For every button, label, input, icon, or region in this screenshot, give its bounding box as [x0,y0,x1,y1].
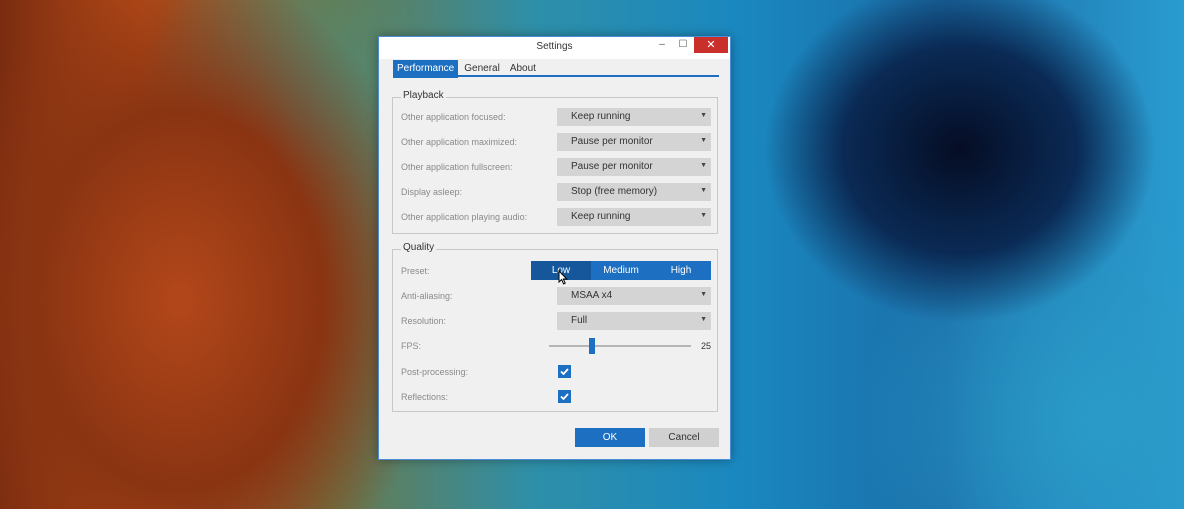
playback-title: Playback [401,90,446,101]
check-icon [560,368,569,376]
minimize-button[interactable]: – [655,37,669,53]
antialiasing-dropdown[interactable]: MSAA x4 ▼ [557,287,711,305]
chevron-down-icon: ▼ [700,162,707,169]
asleep-value: Stop (free memory) [571,186,658,197]
asleep-label: Display asleep: [401,187,463,197]
preset-high-option[interactable]: High [651,261,711,280]
chevron-down-icon: ▼ [700,291,707,298]
maximize-button[interactable]: ☐ [676,37,690,53]
fullscreen-dropdown[interactable]: Pause per monitor ▼ [557,158,711,176]
quality-group: Quality Preset: Low Medium High Anti-ali… [392,242,718,412]
fullscreen-label: Other application fullscreen: [401,162,513,172]
check-icon [560,393,569,401]
focused-label: Other application focused: [401,112,506,122]
focused-dropdown[interactable]: Keep running ▼ [557,108,711,126]
resolution-dropdown[interactable]: Full ▼ [557,312,711,330]
cancel-button[interactable]: Cancel [649,428,719,447]
maximized-value: Pause per monitor [571,136,653,147]
chevron-down-icon: ▼ [700,112,707,119]
tab-underline [393,75,719,77]
title-bar[interactable]: Settings – ☐ ✕ [379,37,730,59]
mouse-pointer-icon [558,270,568,285]
focused-value: Keep running [571,111,631,122]
preset-label: Preset: [401,266,430,276]
maximized-dropdown[interactable]: Pause per monitor ▼ [557,133,711,151]
audio-label: Other application playing audio: [401,212,528,222]
postprocessing-checkbox[interactable] [558,365,571,378]
reflections-label: Reflections: [401,392,449,402]
fps-slider-track[interactable] [549,345,691,347]
antialiasing-value: MSAA x4 [571,290,613,301]
tab-bar: Performance General About [393,58,542,78]
asleep-dropdown[interactable]: Stop (free memory) ▼ [557,183,711,201]
antialiasing-label: Anti-aliasing: [401,291,453,301]
close-button[interactable]: ✕ [694,37,728,53]
chevron-down-icon: ▼ [700,137,707,144]
audio-value: Keep running [571,211,631,222]
preset-medium-option[interactable]: Medium [591,261,651,280]
fullscreen-value: Pause per monitor [571,161,653,172]
audio-dropdown[interactable]: Keep running ▼ [557,208,711,226]
fps-label: FPS: [401,341,422,351]
playback-group: Playback Other application focused: Keep… [392,90,718,234]
settings-window: Settings – ☐ ✕ Performance General About P… [378,36,731,460]
postprocessing-label: Post-processing: [401,367,469,377]
fps-value: 25 [701,341,712,351]
resolution-value: Full [571,315,588,326]
chevron-down-icon: ▼ [700,187,707,194]
reflections-checkbox[interactable] [558,390,571,403]
chevron-down-icon: ▼ [700,316,707,323]
resolution-label: Resolution: [401,316,447,326]
quality-title: Quality [401,242,437,253]
ok-button[interactable]: OK [575,428,645,447]
chevron-down-icon: ▼ [700,212,707,219]
maximized-label: Other application maximized: [401,137,518,147]
fps-slider-thumb[interactable] [588,338,595,354]
